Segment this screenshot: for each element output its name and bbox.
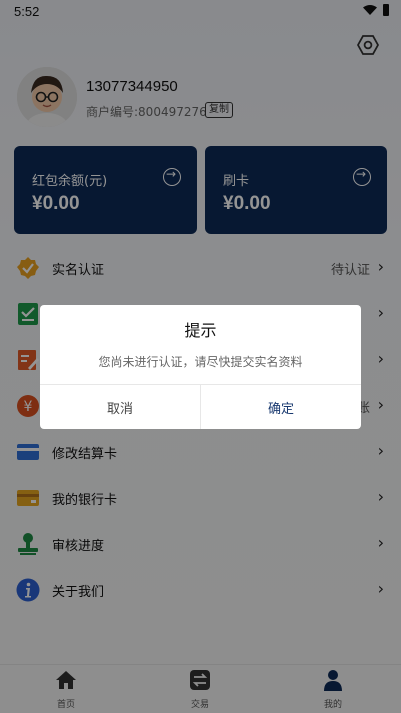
- alert-dialog: 提示 您尚未进行认证，请尽快提交实名资料 取消 确定: [40, 305, 361, 429]
- dialog-message: 您尚未进行认证，请尽快提交实名资料: [98, 355, 303, 369]
- confirm-button[interactable]: 确定: [201, 385, 361, 429]
- cancel-button[interactable]: 取消: [40, 385, 201, 429]
- dialog-title: 提示: [184, 321, 217, 340]
